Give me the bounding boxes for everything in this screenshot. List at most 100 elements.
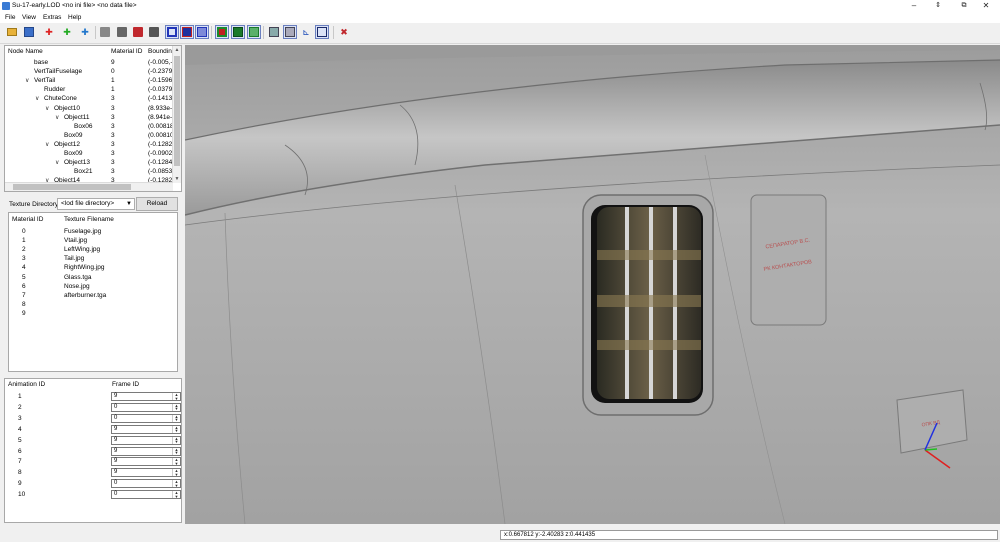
spin-arrows-icon[interactable]: ▲ ▼ (172, 469, 180, 477)
green-cube-solid-icon[interactable] (231, 25, 245, 39)
3d-viewport[interactable]: СЕПАРАТОР В.С. РК КОНТАКТОРОВ ОПК ВД (185, 45, 1000, 524)
blue-cube-wire-icon[interactable] (195, 25, 209, 39)
texture-filename: Tail.jpg (64, 255, 85, 263)
frame-id-spinbox[interactable]: 9 ▲ ▼ (111, 446, 181, 456)
close-button[interactable]: ✕ (972, 0, 1000, 12)
add-green-icon[interactable]: ✚ (60, 25, 74, 39)
texture-material-id: 1 (22, 237, 26, 245)
spin-arrows-icon[interactable]: ▲ ▼ (172, 403, 180, 411)
spin-arrows-icon[interactable]: ▲ ▼ (172, 393, 180, 400)
green-cube-outline-icon[interactable] (215, 25, 229, 39)
tree-horizontal-scrollbar[interactable] (5, 182, 173, 191)
menu-file[interactable]: File (5, 14, 15, 21)
tree-row[interactable]: ∨ VertTail 1 (-0.1596,- (5, 76, 175, 85)
green-cube-wire-icon[interactable] (247, 25, 261, 39)
layers-icon[interactable] (267, 25, 281, 39)
tree-row[interactable]: ∨ Object11 3 (8.941e-0 (5, 113, 175, 122)
texture-row[interactable]: 7 afterburner.tga (9, 291, 177, 300)
chevron-down-icon[interactable]: ∨ (25, 77, 29, 84)
node-material-id: 3 (111, 122, 115, 130)
texture-filename: Vtail.jpg (64, 237, 88, 245)
menu-extras[interactable]: Extras (43, 14, 61, 21)
texture-row[interactable]: 9 (9, 309, 177, 318)
node-tree[interactable]: Node Name Material ID Boundin base 9 (-0.0… (4, 45, 182, 192)
tree-row[interactable]: ∨ Object12 3 (-0.1282,- (5, 140, 175, 149)
chevron-down-icon[interactable]: ∨ (55, 114, 59, 121)
save-icon[interactable] (22, 25, 36, 39)
spin-arrows-icon[interactable]: ▲ ▼ (172, 436, 180, 444)
node-bounding: (-0.08539, (148, 168, 175, 176)
chevron-down-icon[interactable]: ∨ (45, 141, 49, 148)
column-material-id[interactable]: Material ID (111, 48, 142, 55)
frame-id-spinbox[interactable]: 9 ▲ ▼ (111, 468, 181, 478)
texture-row[interactable]: 3 Tail.jpg (9, 254, 177, 263)
blue-cube-solid-icon[interactable] (180, 25, 194, 39)
texture-row[interactable]: 6 Nose.jpg (9, 282, 177, 291)
animation-id: 6 (18, 447, 22, 455)
tree-row[interactable]: ∨ Object10 3 (8.933e-0 (5, 104, 175, 113)
tree-row[interactable]: Box06 3 (0.008183 (5, 122, 175, 131)
tree-row[interactable]: ∨ ChuteCone 3 (-0.1413,- (5, 94, 175, 103)
black-box-icon[interactable] (147, 25, 161, 39)
frame-id-spinbox[interactable]: 9 ▲ ▼ (111, 424, 181, 434)
tree-row[interactable]: Box09 3 (0.008109 (5, 131, 175, 140)
texture-row[interactable]: 5 Glass.tga (9, 273, 177, 282)
frame-id-spinbox[interactable]: 9 ▲ ▼ (111, 435, 181, 445)
spin-arrows-icon[interactable]: ▲ ▼ (172, 480, 180, 488)
frame-id-spinbox[interactable]: 0 ▲ ▼ (111, 490, 181, 500)
tree-row[interactable]: VertTailFuselage 0 (-0.2379,- (5, 67, 175, 76)
frame-id-spinbox[interactable]: 9 ▲ ▼ (111, 392, 181, 401)
animation-table[interactable]: Animation ID Frame ID 1 9 ▲ ▼ 2 0 ▲ ▼ 3 0 ▲ ▼ 4 9 ▲ ▼ 5 9… (4, 378, 182, 523)
texture-row[interactable]: 8 (9, 300, 177, 309)
texture-row[interactable]: 4 RightWing.jpg (9, 263, 177, 272)
tree-row[interactable]: Rudder 1 (-0.03796, (5, 85, 175, 94)
chevron-down-icon[interactable]: ∨ (55, 159, 59, 166)
chevron-down-icon[interactable]: ∨ (35, 95, 39, 102)
texture-row[interactable]: 0 Fuselage.jpg (9, 227, 177, 236)
dark-box-icon[interactable] (115, 25, 129, 39)
column-node-name[interactable]: Node Name (8, 48, 43, 55)
spin-arrows-icon[interactable]: ▲ ▼ (172, 414, 180, 422)
node-name: Box21 (74, 168, 93, 176)
open-folder-icon[interactable] (5, 25, 19, 39)
axes-icon[interactable]: ⊾ (299, 25, 313, 39)
tree-row[interactable]: Box21 3 (-0.08539, (5, 167, 175, 176)
reload-button[interactable]: Reload (136, 197, 178, 211)
tree-row[interactable]: base 9 (-0.005,-7 (5, 58, 175, 67)
add-red-icon[interactable]: ✚ (42, 25, 56, 39)
frame-id-spinbox[interactable]: 0 ▲ ▼ (111, 402, 181, 412)
frame-id-spinbox[interactable]: 0 ▲ ▼ (111, 479, 181, 489)
tools-icon[interactable]: ✖ (337, 25, 351, 39)
add-blue-icon[interactable]: ✚ (78, 25, 92, 39)
tree-vertical-scrollbar[interactable]: ▲ ▼ (172, 46, 181, 183)
spin-arrows-icon[interactable]: ▲ ▼ (172, 447, 180, 455)
texture-material-id: 0 (22, 228, 26, 235)
menu-help[interactable]: Help (68, 14, 81, 21)
tree-row[interactable]: ∨ Object13 3 (-0.1284,- (5, 158, 175, 167)
node-name: Object13 (64, 159, 91, 167)
spin-arrows-icon[interactable]: ▲ ▼ (172, 425, 180, 433)
texture-table[interactable]: Material ID Texture Filename 0 Fuselage.j… (8, 212, 178, 372)
frame-id-spinbox[interactable]: 0 ▲ ▼ (111, 413, 181, 423)
node-name: VertTail (34, 77, 56, 85)
node-material-id: 3 (111, 95, 115, 103)
frame-id-spinbox[interactable]: 9 ▲ ▼ (111, 457, 181, 467)
node-material-id: 3 (111, 131, 115, 139)
tree-row[interactable]: Box09 3 (-0.09023, (5, 149, 175, 158)
spin-arrows-icon[interactable]: ▲ ▼ (172, 458, 180, 466)
pin-icon[interactable]: ⇕ (924, 0, 952, 12)
menu-view[interactable]: View (22, 14, 36, 21)
layers-framed-icon[interactable] (283, 25, 297, 39)
texture-row[interactable]: 2 LeftWing.jpg (9, 245, 177, 254)
spin-arrows-icon[interactable]: ▲ ▼ (172, 491, 180, 499)
grey-box-icon[interactable] (98, 25, 112, 39)
column-bounding[interactable]: Boundin (148, 48, 172, 55)
viewport-render: СЕПАРАТОР В.С. РК КОНТАКТОРОВ ОПК ВД (185, 45, 1000, 524)
texture-directory-select[interactable]: <lod file directory> ▼ (57, 198, 135, 210)
chevron-down-icon[interactable]: ∨ (45, 105, 49, 112)
cube-outline-icon[interactable] (315, 25, 329, 39)
blue-cube-outline-icon[interactable] (165, 25, 179, 39)
red-box-icon[interactable] (131, 25, 145, 39)
texture-row[interactable]: 1 Vtail.jpg (9, 236, 177, 245)
node-material-id: 3 (111, 113, 115, 121)
